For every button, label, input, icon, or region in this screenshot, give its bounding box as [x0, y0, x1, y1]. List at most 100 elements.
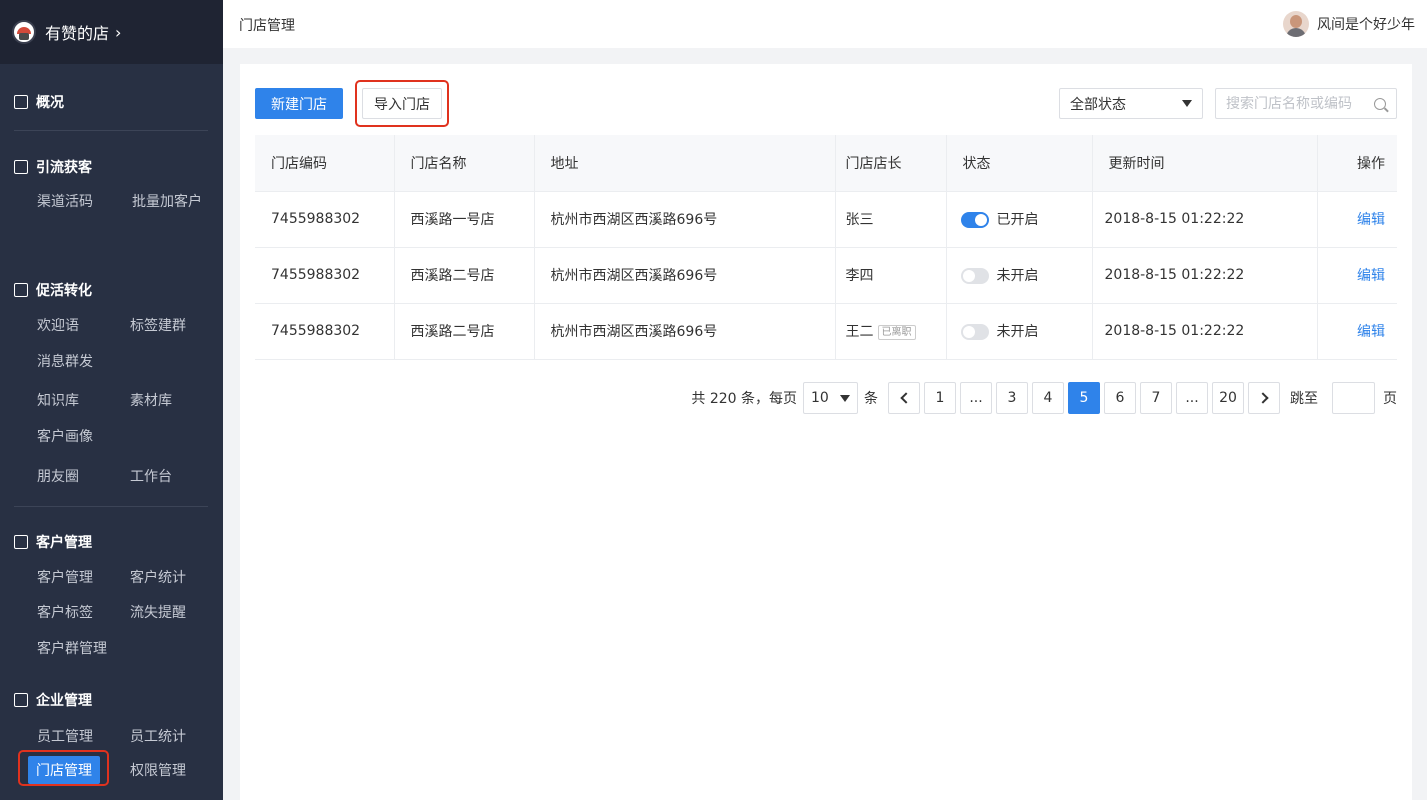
status-filter-value: 全部状态 — [1070, 96, 1126, 113]
page-label: 页 — [1383, 391, 1397, 407]
sidebar-item-group-manage[interactable]: 客户群管理 — [37, 638, 107, 658]
table-row: 7455988302 西溪路一号店 杭州市西湖区西溪路696号 张三 已开启 2… — [255, 191, 1397, 248]
page-button[interactable]: 4 — [1032, 382, 1064, 414]
table-row: 7455988302 西溪路二号店 杭州市西湖区西溪路696号 王二 已离职 未开… — [255, 303, 1397, 360]
status-filter-select[interactable]: 全部状态 — [1059, 88, 1203, 119]
chevron-left-icon — [899, 392, 912, 404]
edit-link[interactable]: 编辑 — [1357, 212, 1385, 228]
sidebar-item-staff-stats[interactable]: 员工统计 — [130, 726, 186, 746]
page-button-current[interactable]: 5 — [1068, 382, 1100, 414]
sidebar-item-moments[interactable]: 朋友圈 — [37, 466, 79, 486]
caret-down-icon — [1182, 100, 1192, 107]
chevron-right-icon — [1256, 392, 1269, 404]
edit-link[interactable]: 编辑 — [1357, 324, 1385, 340]
cell-code: 7455988302 — [255, 303, 395, 360]
search-input[interactable] — [1226, 95, 1366, 112]
cell-manager: 李四 — [835, 247, 947, 304]
page-ellipsis[interactable]: ... — [1176, 382, 1208, 414]
search-box[interactable] — [1215, 88, 1397, 119]
nav-section-customers: 客户管理 — [14, 532, 92, 552]
highlight-box — [18, 750, 109, 786]
avatar — [1283, 11, 1309, 37]
cell-name: 西溪路二号店 — [394, 247, 535, 304]
sidebar-item-customer-manage[interactable]: 客户管理 — [37, 567, 93, 587]
store-table: 门店编码 门店名称 地址 门店店长 状态 更新时间 操作 7455988302 … — [255, 135, 1397, 360]
sidebar-item-customer-profile[interactable]: 客户画像 — [37, 426, 93, 446]
page-ellipsis[interactable]: ... — [960, 382, 992, 414]
pagination: 共 220 条，每页 10 条 1 ... 3 4 5 6 7 ... 20 跳… — [685, 382, 1397, 414]
status-toggle[interactable] — [960, 268, 989, 284]
nav-divider — [14, 506, 208, 507]
status-text: 已开启 — [996, 212, 1039, 228]
nav-section-acquisition: 引流获客 — [14, 157, 92, 177]
column-header-name: 门店名称 — [394, 135, 535, 192]
prev-page-button[interactable] — [888, 382, 920, 414]
column-header-updated: 更新时间 — [1092, 135, 1318, 192]
user-menu[interactable]: 风间是个好少年 — [1283, 11, 1415, 37]
manager-name: 李四 — [845, 268, 874, 284]
sidebar-item-churn-alert[interactable]: 流失提醒 — [130, 602, 186, 622]
search-icon[interactable] — [1374, 97, 1386, 110]
sidebar-item-permissions[interactable]: 权限管理 — [130, 760, 186, 780]
edit-link[interactable]: 编辑 — [1357, 268, 1385, 284]
page-button[interactable]: 3 — [996, 382, 1028, 414]
shop-logo-icon — [12, 20, 36, 44]
jump-label: 跳至 — [1290, 391, 1318, 407]
dashboard-icon — [14, 95, 28, 109]
page-button[interactable]: 6 — [1104, 382, 1136, 414]
cell-code: 7455988302 — [255, 247, 395, 304]
page-button[interactable]: 20 — [1212, 382, 1244, 414]
shop-name: 有赞的店 — [45, 24, 110, 43]
nav-section-title: 企业管理 — [36, 693, 92, 709]
building-icon — [14, 693, 28, 707]
nav-section-title: 促活转化 — [36, 283, 92, 299]
cell-manager: 王二 已离职 — [835, 303, 947, 360]
sidebar-item-knowledge[interactable]: 知识库 — [37, 390, 79, 410]
new-store-button[interactable]: 新建门店 — [255, 88, 343, 119]
sidebar-item-batch-add[interactable]: 批量加客户 — [132, 191, 202, 211]
cell-updated: 2018-8-15 01:22:22 — [1092, 191, 1318, 248]
sidebar: 有赞的店 › 概况 引流获客 渠道活码 批量加客户 促活转化 欢迎语 标签建群 … — [0, 0, 223, 800]
highlight-box — [355, 80, 449, 127]
column-header-code: 门店编码 — [255, 135, 395, 192]
sidebar-item-broadcast[interactable]: 消息群发 — [37, 351, 93, 371]
nav-divider — [14, 130, 208, 131]
column-header-action: 操作 — [1317, 135, 1397, 192]
nav-section-conversion: 促活转化 — [14, 280, 92, 300]
page-button[interactable]: 7 — [1140, 382, 1172, 414]
table-header-row: 门店编码 门店名称 地址 门店店长 状态 更新时间 操作 — [255, 135, 1397, 192]
cell-action: 编辑 — [1317, 247, 1397, 304]
page-button[interactable]: 1 — [924, 382, 956, 414]
cell-status: 已开启 — [946, 191, 1093, 248]
sidebar-item-staff-manage[interactable]: 员工管理 — [37, 726, 93, 746]
cell-status: 未开启 — [946, 303, 1093, 360]
nav-section-enterprise: 企业管理 — [14, 690, 92, 710]
nav-section-overview[interactable]: 概况 — [14, 92, 64, 112]
page-title: 门店管理 — [239, 18, 295, 34]
sidebar-item-customer-tags[interactable]: 客户标签 — [37, 602, 93, 622]
jump-page-input[interactable] — [1332, 382, 1375, 414]
user-name: 风间是个好少年 — [1317, 17, 1415, 33]
status-toggle[interactable] — [960, 324, 989, 340]
status-toggle[interactable] — [960, 212, 989, 228]
sidebar-item-channel-qrcode[interactable]: 渠道活码 — [37, 191, 93, 211]
sidebar-item-welcome[interactable]: 欢迎语 — [37, 315, 79, 335]
status-text: 未开启 — [996, 268, 1039, 284]
column-header-manager: 门店店长 — [835, 135, 947, 192]
cell-address: 杭州市西湖区西溪路696号 — [534, 303, 836, 360]
page-size-value: 10 — [811, 390, 829, 406]
sidebar-item-materials[interactable]: 素材库 — [130, 390, 172, 410]
next-page-button[interactable] — [1248, 382, 1280, 414]
manager-name: 张三 — [845, 212, 874, 228]
store-icon — [14, 160, 28, 174]
page-size-select[interactable]: 10 — [803, 382, 858, 414]
sidebar-item-customer-stats[interactable]: 客户统计 — [130, 567, 186, 587]
sidebar-item-tag-group[interactable]: 标签建群 — [130, 315, 186, 335]
resigned-badge: 已离职 — [877, 324, 916, 340]
column-header-status: 状态 — [946, 135, 1093, 192]
nav-section-title: 概况 — [36, 95, 64, 111]
cell-name: 西溪路一号店 — [394, 191, 535, 248]
shop-switcher[interactable]: 有赞的店 › — [0, 0, 223, 64]
sidebar-item-workbench[interactable]: 工作台 — [130, 466, 172, 486]
table-row: 7455988302 西溪路二号店 杭州市西湖区西溪路696号 李四 未开启 2… — [255, 247, 1397, 304]
